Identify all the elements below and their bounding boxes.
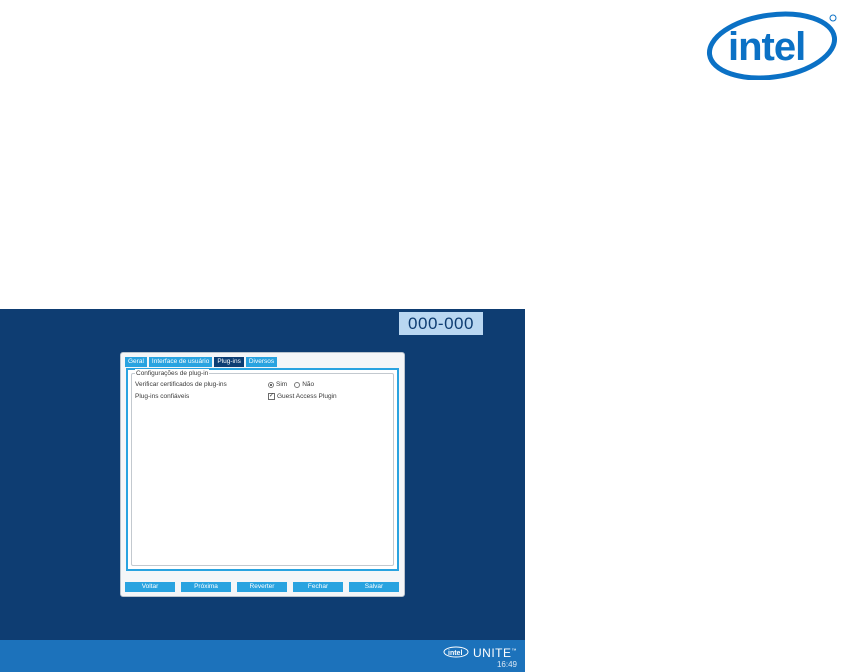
pin-code: 000-000 <box>399 312 483 335</box>
tab-geral[interactable]: Geral <box>125 357 147 367</box>
verify-certificates-options: Sim Não <box>268 380 314 389</box>
plugin-settings-group: Configurações de plug-in Verificar certi… <box>131 369 394 566</box>
bottom-bar: intel UNITE™ 16:49 <box>0 640 525 672</box>
tab-plug-ins[interactable]: Plug-ins <box>214 357 244 367</box>
page: intel 000-000 Geral Interface de usuário… <box>0 0 853 672</box>
intel-mini-logo-text: intel <box>448 650 462 657</box>
unite-product-label: UNITE <box>473 646 512 660</box>
revert-button[interactable]: Reverter <box>237 582 287 592</box>
radio-sim[interactable] <box>268 381 274 388</box>
next-button[interactable]: Próxima <box>181 582 231 592</box>
unite-product-name: UNITE™ <box>473 644 517 660</box>
intel-logo-icon: intel <box>706 11 838 80</box>
trademark-symbol: ™ <box>511 648 517 654</box>
clock: 16:49 <box>496 660 517 669</box>
radio-sim-label: Sim <box>276 381 288 388</box>
guest-access-checkbox[interactable]: ✓ <box>268 393 275 400</box>
unite-brand: intel UNITE™ <box>443 644 517 660</box>
close-button[interactable]: Fechar <box>293 582 343 592</box>
radio-nao[interactable] <box>294 381 301 388</box>
intel-logo-text: intel <box>728 25 805 69</box>
intel-mini-logo-icon: intel <box>443 646 469 658</box>
settings-dialog: Geral Interface de usuário Plug-ins Dive… <box>120 352 405 597</box>
tab-bar: Geral Interface de usuário Plug-ins Dive… <box>125 357 278 367</box>
trusted-plugins-label: Plug-ins confiáveis <box>135 393 190 400</box>
radio-nao-label: Não <box>302 381 315 388</box>
trusted-plugins-control: ✓ Guest Access Plugin <box>268 392 337 401</box>
unite-screen: 000-000 Geral Interface de usuário Plug-… <box>0 309 525 672</box>
verify-certificates-label: Verificar certificados de plug-ins <box>135 381 227 388</box>
back-button[interactable]: Voltar <box>125 582 175 592</box>
group-title: Configurações de plug-in <box>135 369 210 378</box>
tab-diversos[interactable]: Diversos <box>245 357 278 367</box>
save-button[interactable]: Salvar <box>349 582 399 592</box>
button-bar: Voltar Próxima Reverter Fechar Salvar <box>125 582 399 592</box>
tab-panel: Configurações de plug-in Verificar certi… <box>126 368 399 571</box>
guest-access-label: Guest Access Plugin <box>277 393 337 400</box>
tab-interface-de-usuario[interactable]: Interface de usuário <box>148 357 213 367</box>
